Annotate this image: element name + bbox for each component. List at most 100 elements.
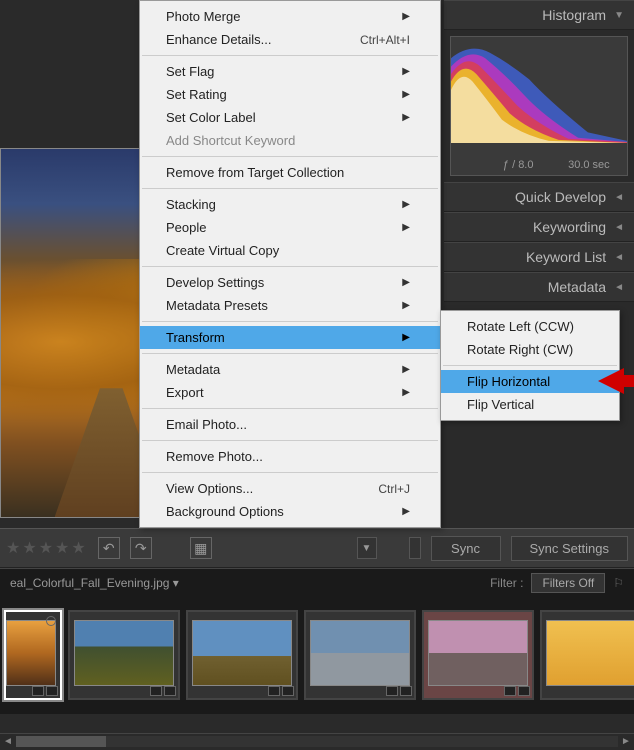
panel-keywording[interactable]: Keywording ◄ — [444, 212, 634, 242]
menu-label: Set Rating — [166, 87, 227, 102]
expand-icon: ◄ — [614, 252, 624, 263]
menu-export[interactable]: Export ▶ — [140, 381, 440, 404]
menu-label: Flip Horizontal — [467, 374, 550, 389]
submenu-arrow-icon: ▶ — [402, 222, 410, 233]
scroll-left-icon[interactable]: ◄ — [0, 734, 16, 750]
menu-shortcut: Ctrl+J — [378, 482, 410, 496]
menu-label: Set Flag — [166, 64, 214, 79]
menu-label: People — [166, 220, 206, 235]
submenu-arrow-icon: ▶ — [402, 66, 410, 77]
histogram-aperture: ƒ / 8.0 — [503, 159, 534, 171]
menu-set-rating[interactable]: Set Rating ▶ — [140, 83, 440, 106]
menu-label: Flip Vertical — [467, 397, 534, 412]
menu-enhance-details[interactable]: Enhance Details... Ctrl+Alt+I — [140, 28, 440, 51]
thumbnail[interactable] — [4, 610, 62, 700]
thumbnail[interactable] — [540, 610, 634, 700]
menu-remove-photo[interactable]: Remove Photo... — [140, 445, 440, 468]
filmstrip[interactable] — [0, 596, 634, 714]
submenu-arrow-icon: ▶ — [402, 300, 410, 311]
submenu-arrow-icon: ▶ — [402, 11, 410, 22]
menu-separator — [142, 472, 438, 473]
thumbnail[interactable] — [68, 610, 180, 700]
rating-stars[interactable]: ★★★★★ — [6, 538, 88, 558]
menu-separator — [142, 188, 438, 189]
menu-metadata[interactable]: Metadata ▶ — [140, 358, 440, 381]
menu-label: Rotate Left (CCW) — [467, 319, 574, 334]
menu-metadata-presets[interactable]: Metadata Presets ▶ — [140, 294, 440, 317]
menu-separator — [142, 408, 438, 409]
filter-bar: eal_Colorful_Fall_Evening.jpg ▾ Filter :… — [0, 568, 634, 596]
menu-label: Background Options — [166, 504, 284, 519]
scroll-thumb[interactable] — [16, 736, 106, 747]
rotate-cw-icon[interactable]: ↷ — [130, 537, 152, 559]
submenu-rotate-left[interactable]: Rotate Left (CCW) — [441, 315, 619, 338]
histogram-shutter: 30.0 sec — [568, 159, 610, 171]
menu-separator — [443, 365, 617, 366]
panel-keyword-list-label: Keyword List — [526, 249, 606, 265]
filter-dropdown[interactable]: Filters Off — [531, 573, 605, 593]
submenu-rotate-right[interactable]: Rotate Right (CW) — [441, 338, 619, 361]
panel-keywording-label: Keywording — [533, 219, 606, 235]
submenu-arrow-icon: ▶ — [402, 199, 410, 210]
menu-label: Stacking — [166, 197, 216, 212]
transform-submenu: Rotate Left (CCW) Rotate Right (CW) Flip… — [440, 310, 620, 421]
thumbnail[interactable] — [422, 610, 534, 700]
panel-histogram-label: Histogram — [542, 7, 606, 23]
context-menu: Photo Merge ▶ Enhance Details... Ctrl+Al… — [139, 0, 441, 528]
menu-set-flag[interactable]: Set Flag ▶ — [140, 60, 440, 83]
menu-label: Develop Settings — [166, 275, 264, 290]
menu-email-photo[interactable]: Email Photo... — [140, 413, 440, 436]
panel-keyword-list[interactable]: Keyword List ◄ — [444, 242, 634, 272]
menu-separator — [142, 266, 438, 267]
submenu-flip-vertical[interactable]: Flip Vertical — [441, 393, 619, 416]
menu-label: Remove from Target Collection — [166, 165, 344, 180]
panel-metadata[interactable]: Metadata ◄ — [444, 272, 634, 302]
submenu-arrow-icon: ▶ — [402, 112, 410, 123]
panel-histogram-header[interactable]: Histogram ▼ — [444, 0, 634, 30]
submenu-arrow-icon: ▶ — [402, 89, 410, 100]
filmstrip-scrollbar[interactable]: ◄ ► — [0, 733, 634, 749]
toolbar-dropdown[interactable]: ▼ — [357, 537, 377, 559]
thumbnail[interactable] — [186, 610, 298, 700]
menu-label: Create Virtual Copy — [166, 243, 279, 258]
menu-label: Enhance Details... — [166, 32, 272, 47]
menu-people[interactable]: People ▶ — [140, 216, 440, 239]
sync-button[interactable]: Sync — [431, 536, 501, 561]
scroll-right-icon[interactable]: ► — [618, 734, 634, 750]
current-filename[interactable]: eal_Colorful_Fall_Evening.jpg ▾ — [10, 576, 179, 590]
panel-quick-develop[interactable]: Quick Develop ◄ — [444, 182, 634, 212]
menu-separator — [142, 353, 438, 354]
menu-develop-settings[interactable]: Develop Settings ▶ — [140, 271, 440, 294]
panel-quick-develop-label: Quick Develop — [515, 189, 606, 205]
thumbnail[interactable] — [304, 610, 416, 700]
menu-separator — [142, 321, 438, 322]
submenu-arrow-icon: ▶ — [402, 364, 410, 375]
menu-add-shortcut-keyword: Add Shortcut Keyword — [140, 129, 440, 152]
menu-background-options[interactable]: Background Options ▶ — [140, 500, 440, 523]
menu-label: Remove Photo... — [166, 449, 263, 464]
toolbar: ★★★★★ ↶ ↷ ▦ ▼ Sync Sync Settings — [0, 528, 634, 568]
menu-label: Add Shortcut Keyword — [166, 133, 295, 148]
panel-metadata-label: Metadata — [548, 279, 606, 295]
menu-label: Rotate Right (CW) — [467, 342, 573, 357]
grid-icon[interactable]: ▦ — [190, 537, 212, 559]
menu-view-options[interactable]: View Options... Ctrl+J — [140, 477, 440, 500]
menu-set-color-label[interactable]: Set Color Label ▶ — [140, 106, 440, 129]
expand-icon: ◄ — [614, 222, 624, 233]
rotate-ccw-icon[interactable]: ↶ — [98, 537, 120, 559]
submenu-arrow-icon: ▶ — [402, 277, 410, 288]
histogram: ƒ / 8.0 30.0 sec — [450, 36, 628, 176]
filter-label: Filter : — [490, 576, 523, 590]
menu-create-virtual-copy[interactable]: Create Virtual Copy — [140, 239, 440, 262]
submenu-flip-horizontal[interactable]: Flip Horizontal — [441, 370, 619, 393]
menu-label: View Options... — [166, 481, 253, 496]
menu-remove-from-target[interactable]: Remove from Target Collection — [140, 161, 440, 184]
sync-switch[interactable] — [409, 537, 421, 559]
menu-separator — [142, 440, 438, 441]
menu-photo-merge[interactable]: Photo Merge ▶ — [140, 5, 440, 28]
menu-stacking[interactable]: Stacking ▶ — [140, 193, 440, 216]
menu-transform[interactable]: Transform ▶ — [140, 326, 440, 349]
sync-settings-button[interactable]: Sync Settings — [511, 536, 629, 561]
submenu-arrow-icon: ▶ — [402, 506, 410, 517]
filter-flag-icon[interactable]: ⚐ — [613, 576, 624, 590]
